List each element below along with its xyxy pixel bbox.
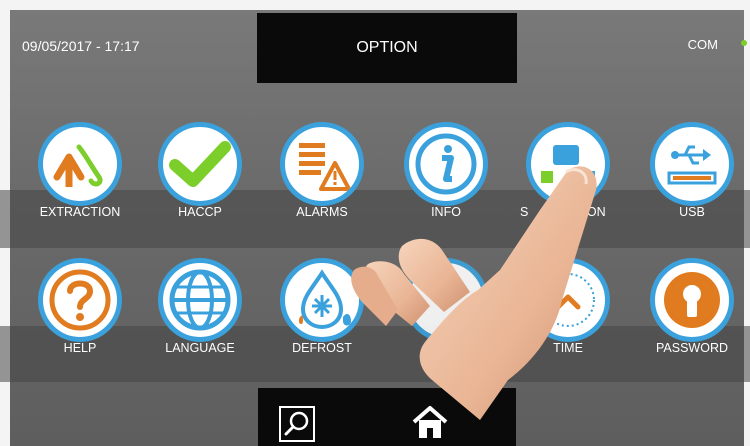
search-button[interactable]	[277, 404, 317, 444]
checkmark-icon	[158, 122, 242, 206]
system-configuration-icon	[526, 122, 610, 206]
menu-tile-label: HACCP	[178, 205, 222, 219]
home-icon	[412, 406, 448, 438]
menu-tile-label: INFO	[431, 205, 461, 219]
com-status-label: COM	[687, 37, 718, 52]
clock-icon	[526, 258, 610, 342]
defrost-icon	[280, 258, 364, 342]
hidden-icon	[404, 258, 488, 342]
help-icon	[38, 258, 122, 342]
menu-tile-label: PASSWORD	[656, 341, 728, 355]
menu-row-band-1	[0, 190, 750, 248]
menu-tile-label: ALARMS	[296, 205, 348, 219]
touchscreen: 09/05/2017 - 17:17 OPTION COM EXTRACTION…	[0, 0, 750, 446]
menu-tile-label: DEFROST	[292, 341, 352, 355]
alarm-warning-icon	[280, 122, 364, 206]
menu-tile-label: EXTRACTION	[39, 205, 121, 219]
bezel-top	[0, 0, 750, 10]
keyhole-icon	[650, 258, 734, 342]
page-title: OPTION	[257, 13, 517, 83]
extraction-icon	[38, 122, 122, 206]
menu-tile-label: HELP	[63, 341, 97, 355]
menu-tile-label: LANGUAGE	[165, 341, 235, 355]
label-visible-end: ATION	[568, 205, 606, 219]
menu-tile-label: TIME	[553, 341, 583, 355]
search-icon	[279, 406, 315, 442]
usb-icon	[650, 122, 734, 206]
page-title-text: OPTION	[356, 39, 418, 56]
label-visible-start: S	[520, 205, 529, 219]
com-status-indicator	[741, 40, 747, 46]
globe-icon	[158, 258, 242, 342]
menu-tile-label: USB	[679, 205, 705, 219]
menu-tile-label: S ATION	[520, 205, 620, 219]
info-icon	[404, 122, 488, 206]
datetime-display: 09/05/2017 - 17:17	[22, 38, 140, 54]
home-button[interactable]	[410, 402, 450, 442]
